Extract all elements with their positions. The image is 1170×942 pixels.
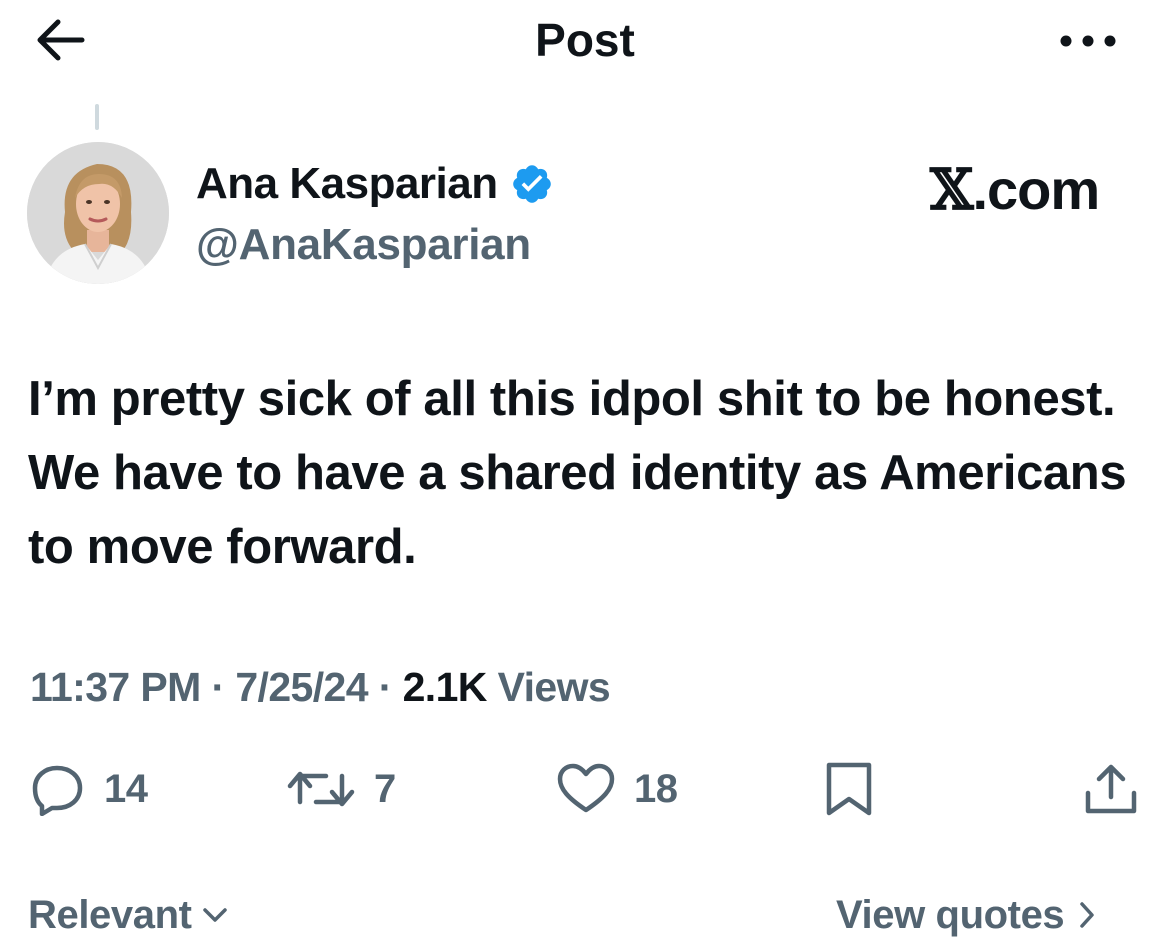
meta-separator: · xyxy=(367,664,403,710)
share-icon xyxy=(1085,764,1137,814)
views-count[interactable]: 2.1K xyxy=(403,664,488,710)
sort-label: Relevant xyxy=(28,893,192,937)
post-time[interactable]: 11:37 PM xyxy=(30,664,201,710)
views-label[interactable]: Views xyxy=(487,664,611,710)
like-button[interactable]: 18 xyxy=(556,762,678,816)
page-title: Post xyxy=(535,14,635,66)
meta-separator: · xyxy=(200,664,236,710)
reply-button[interactable]: 14 xyxy=(30,762,148,816)
chevron-down-icon xyxy=(202,908,227,922)
verified-badge-icon[interactable] xyxy=(510,162,554,206)
repost-button[interactable]: 7 xyxy=(286,762,396,816)
back-button[interactable] xyxy=(30,14,92,66)
x-com-watermark: 𝕏.com xyxy=(930,157,1100,223)
post-date[interactable]: 7/25/24 xyxy=(235,664,368,710)
view-quotes-link[interactable]: View quotes xyxy=(836,890,1096,940)
post-metadata: 11:37 PM · 7/25/24 · 2.1K Views xyxy=(30,660,611,714)
author-name-row[interactable]: Ana Kasparian xyxy=(196,157,554,211)
more-options-button[interactable] xyxy=(1052,24,1124,58)
avatar[interactable] xyxy=(27,142,169,284)
share-button[interactable] xyxy=(1082,762,1140,816)
repost-count: 7 xyxy=(374,766,396,811)
display-name[interactable]: Ana Kasparian xyxy=(196,159,498,209)
page-title-container: Post xyxy=(0,12,1170,68)
bookmark-icon xyxy=(826,762,872,816)
avatar-portrait-image xyxy=(27,142,169,284)
chevron-right-icon xyxy=(1080,902,1095,928)
bookmark-button[interactable] xyxy=(822,762,876,816)
reply-icon xyxy=(32,765,83,816)
reply-count: 14 xyxy=(104,766,148,811)
post-text: I’m pretty sick of all this idpol shit t… xyxy=(28,372,1127,574)
watermark-domain: .com xyxy=(972,158,1100,221)
replies-sort-dropdown[interactable]: Relevant xyxy=(28,890,228,940)
heart-icon xyxy=(557,763,615,813)
author-handle[interactable]: @AnaKasparian xyxy=(196,218,531,272)
like-count: 18 xyxy=(634,766,678,811)
arrow-left-icon xyxy=(37,19,85,61)
repost-icon xyxy=(287,771,355,807)
view-quotes-label: View quotes xyxy=(836,893,1065,937)
x-logo-glyph: 𝕏 xyxy=(930,157,973,223)
more-horizontal-icon xyxy=(1060,35,1116,47)
thread-connector-line xyxy=(95,104,99,130)
